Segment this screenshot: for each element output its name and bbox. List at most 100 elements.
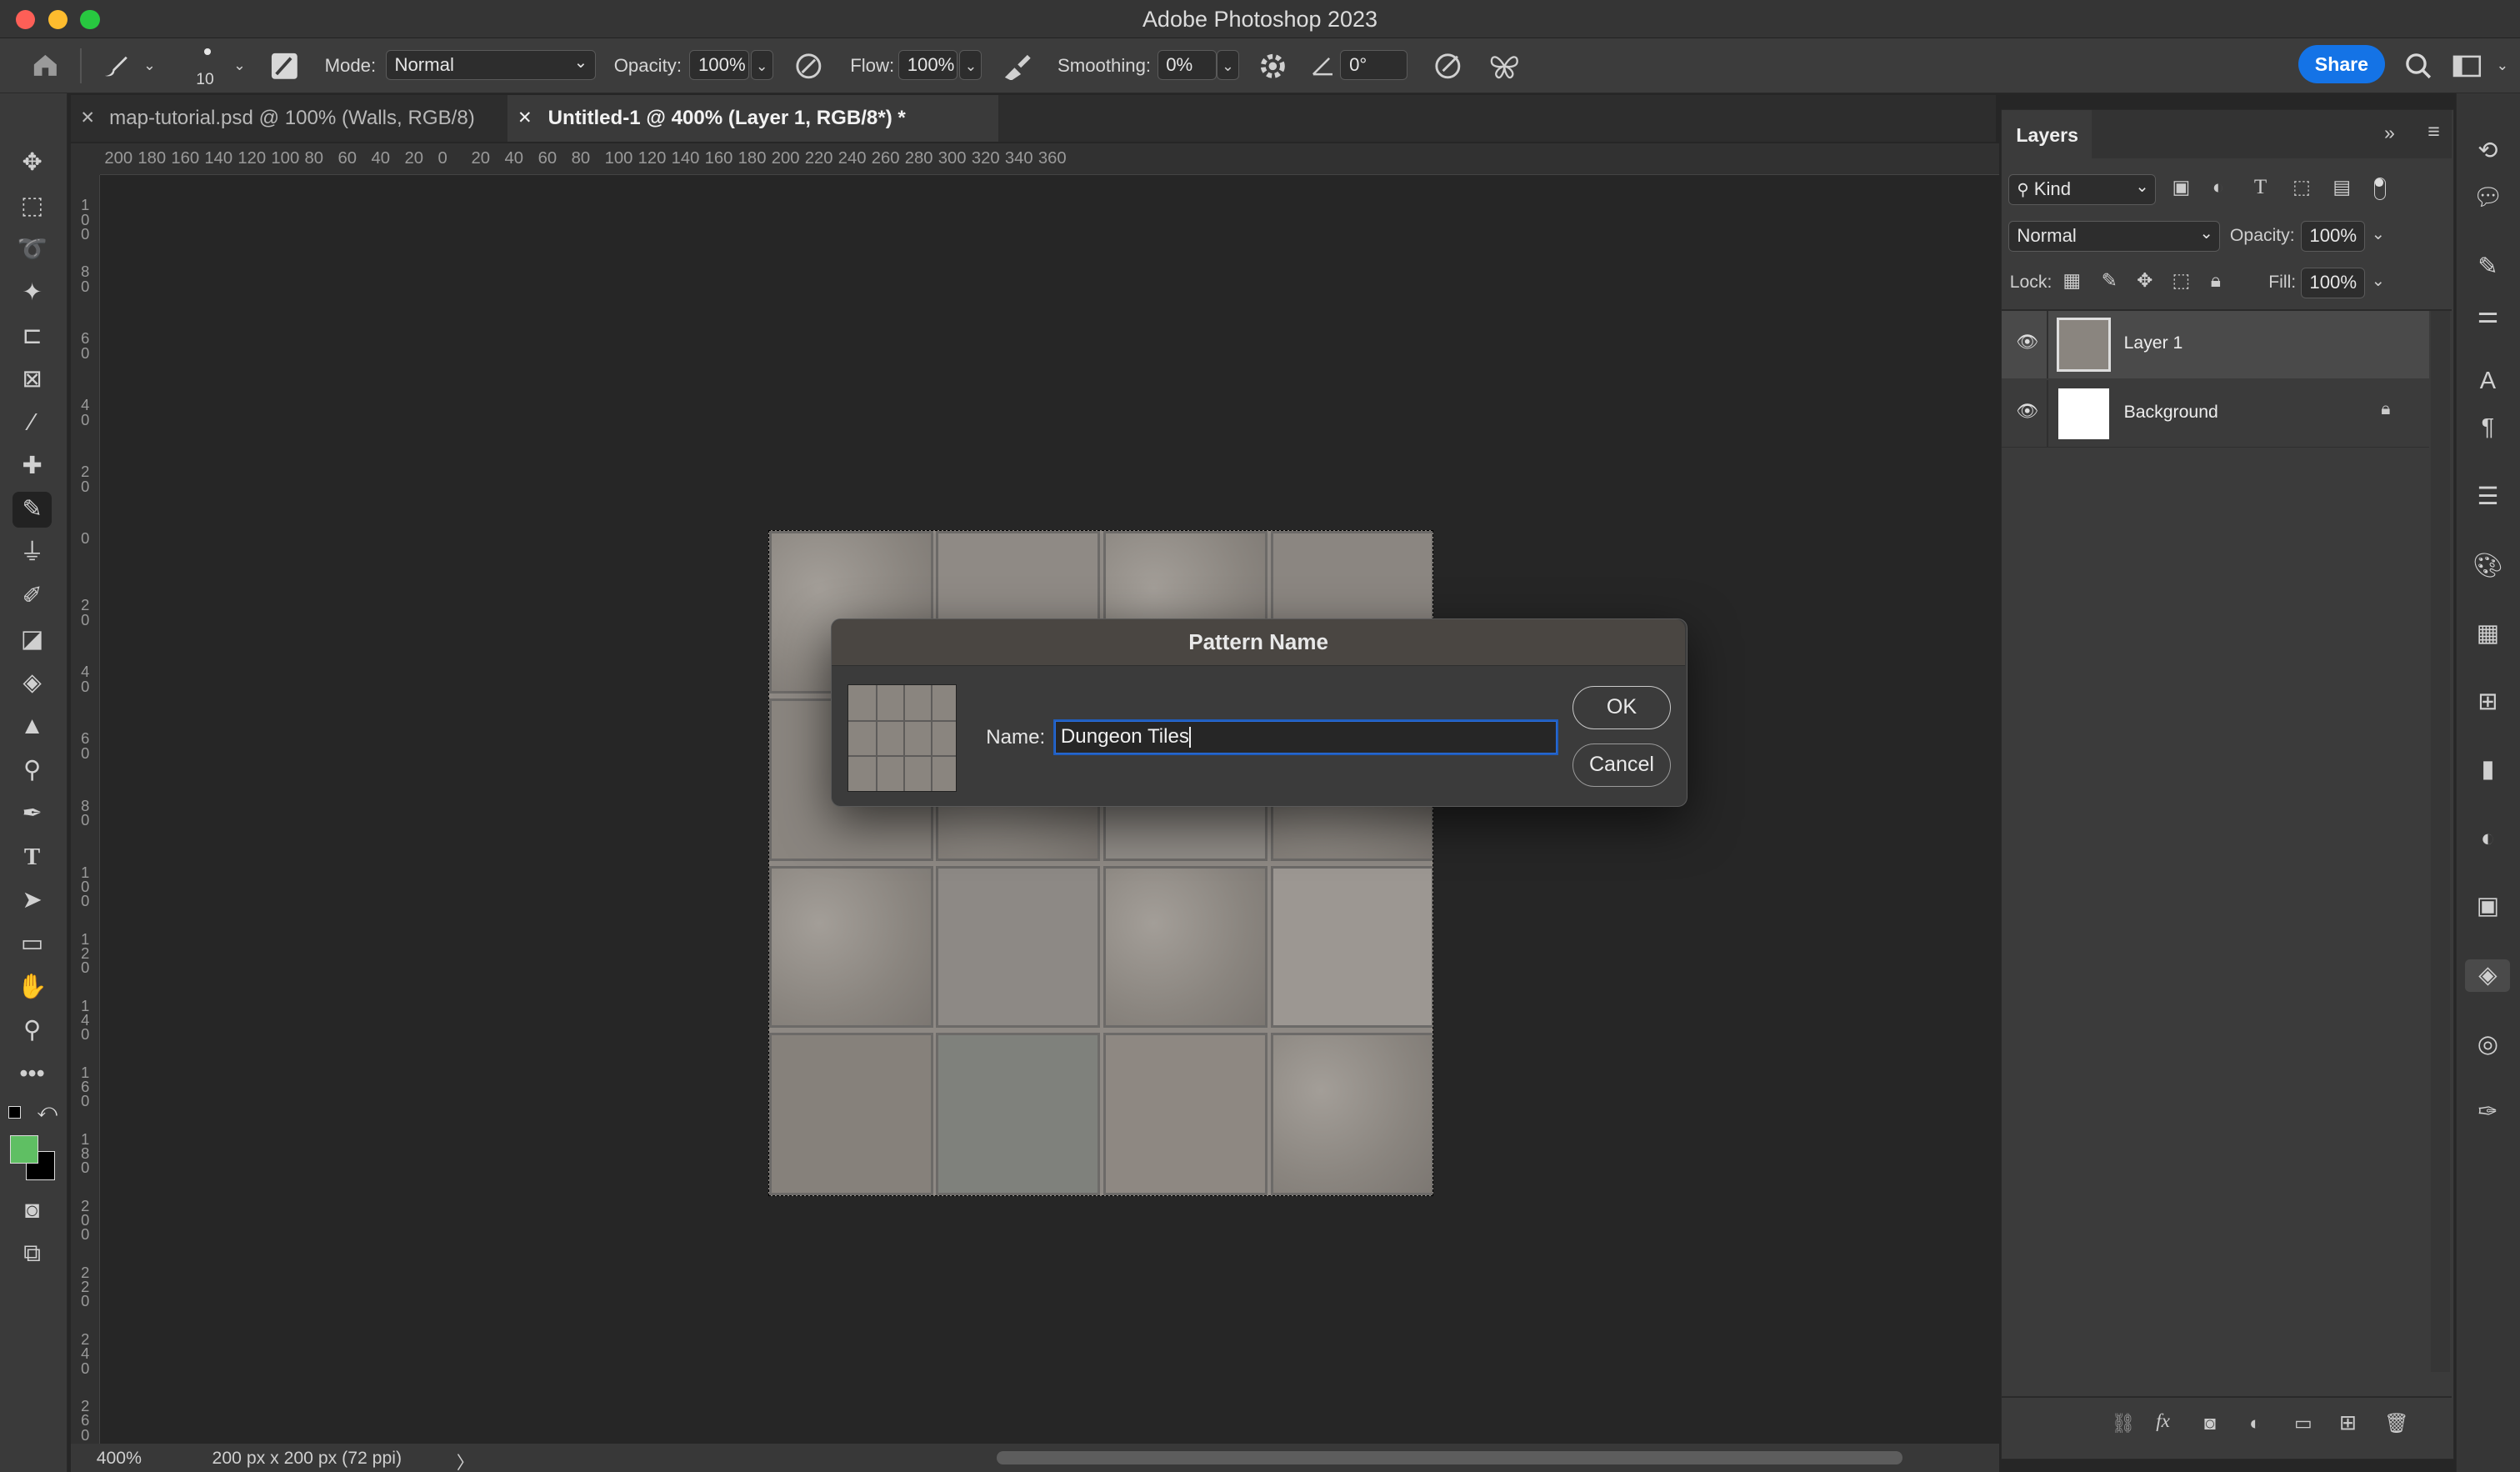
color-panel-icon[interactable]: 🎨︎ [2472, 550, 2504, 583]
link-layers-icon[interactable]: ⛓︎ [2111, 1412, 2135, 1434]
zoom-tool-icon[interactable]: ⚲ [12, 1013, 51, 1048]
clone-stamp-tool-icon[interactable]: ⏚ [12, 535, 51, 570]
adjustment-layer-icon[interactable]: ◐ [2249, 1412, 2261, 1434]
status-info-arrow[interactable]: 〉 [457, 1449, 474, 1472]
blend-mode-select[interactable]: Normal ⌄ [2008, 221, 2221, 252]
brush-preset-icon[interactable] [100, 52, 132, 81]
horizontal-scrollbar[interactable] [996, 1451, 1903, 1464]
cancel-button[interactable]: Cancel [1572, 743, 1671, 788]
layer-style-icon[interactable]: fx [2156, 1410, 2170, 1433]
paths-panel-icon[interactable]: ✑ [2472, 1096, 2504, 1129]
frame-tool-icon[interactable]: ⊠ [12, 362, 51, 397]
magic-wand-tool-icon[interactable]: ✦ [12, 275, 51, 310]
workspace-dropdown[interactable]: ⌄ [2494, 50, 2510, 81]
crop-tool-icon[interactable]: ⊏ [12, 318, 51, 353]
healing-brush-tool-icon[interactable]: ✚ [12, 448, 51, 483]
blur-tool-icon[interactable]: ▲ [12, 708, 51, 744]
pressure-size-icon[interactable] [1433, 52, 1466, 81]
brush-preset-dropdown[interactable]: ⌄ [142, 50, 158, 81]
brush-size-dropdown[interactable]: ⌄ [232, 50, 248, 81]
zoom-level[interactable]: 400% [97, 1449, 142, 1469]
brush-settings-icon[interactable] [270, 52, 299, 81]
panel-expand-icon[interactable]: » [2384, 122, 2395, 144]
visibility-eye-icon[interactable]: 👁︎ [2016, 401, 2038, 422]
marquee-tool-icon[interactable]: ⬚ [12, 188, 51, 223]
rectangle-tool-icon[interactable]: ▭ [12, 926, 51, 961]
hand-tool-icon[interactable]: ✋ [12, 969, 51, 1004]
quick-mask-icon[interactable]: ◙ [12, 1193, 51, 1228]
eyedropper-tool-icon[interactable]: ⁄ [12, 405, 51, 440]
close-tab-icon[interactable]: ✕ [518, 95, 532, 142]
ok-button[interactable]: OK [1572, 685, 1671, 729]
delete-layer-icon[interactable]: 🗑︎ [2384, 1412, 2408, 1434]
foreground-color-swatch[interactable] [9, 1134, 39, 1164]
layer-name[interactable]: Layer 1 [2124, 333, 2183, 353]
lock-paint-icon[interactable]: ✎ [2102, 269, 2118, 292]
character-panel-icon[interactable]: A [2472, 365, 2504, 398]
lock-transparent-icon[interactable]: ▦ [2062, 269, 2081, 292]
layers-scrollbar[interactable] [2430, 311, 2451, 1373]
flow-dropdown[interactable]: ⌄ [959, 49, 982, 81]
layer-row[interactable]: 👁︎ Background 🔒︎ [2002, 380, 2430, 448]
panel-menu-icon[interactable]: ≡ [2428, 120, 2440, 144]
gear-icon[interactable] [1258, 52, 1288, 81]
default-colors-icon[interactable] [8, 1105, 22, 1119]
mode-select[interactable]: Normal ⌄ [385, 49, 597, 81]
swatches-panel-icon[interactable]: ▦ [2472, 618, 2504, 650]
layers-panel-icon[interactable]: ◈ [2465, 959, 2511, 992]
libraries-panel-icon[interactable]: ▣ [2472, 890, 2504, 923]
smoothing-field[interactable]: 0% [1157, 49, 1217, 81]
opacity-dropdown[interactable]: ⌄ [750, 49, 773, 81]
gradients-panel-icon[interactable]: ▮ [2472, 754, 2504, 786]
chevron-down-icon[interactable]: ⌄ [2372, 271, 2385, 291]
lock-position-icon[interactable]: ✥ [2137, 269, 2152, 292]
layer-filter-select[interactable]: ⚲ Kind ⌄ [2008, 174, 2157, 205]
document-info[interactable]: 200 px x 200 px (72 ppi) [212, 1449, 402, 1469]
paint-bucket-tool-icon[interactable]: ◈ [12, 665, 51, 700]
symmetry-butterfly-icon[interactable] [1488, 52, 1521, 81]
search-icon[interactable] [2404, 52, 2433, 81]
layer-row-selected[interactable]: 👁︎ Layer 1 [2002, 311, 2430, 379]
history-brush-tool-icon[interactable]: ✐ [12, 578, 51, 613]
filter-adjustment-icon[interactable]: ◐ [2212, 176, 2224, 198]
share-button[interactable]: Share [2298, 44, 2385, 84]
eraser-tool-icon[interactable]: ◪ [12, 622, 51, 657]
filter-pixel-icon[interactable]: ▣ [2172, 176, 2190, 198]
type-tool-icon[interactable]: T [12, 839, 51, 874]
filter-toggle[interactable] [2374, 178, 2386, 201]
document-tab[interactable]: ✕ map-tutorial.psd @ 100% (Walls, RGB/8) [70, 94, 508, 142]
brush-settings-panel-icon[interactable]: ✎ [2472, 251, 2504, 283]
channels-panel-icon[interactable]: ◎ [2472, 1029, 2504, 1061]
comments-panel-icon[interactable]: 💬︎ [2472, 182, 2504, 214]
layer-opacity-field[interactable]: 100% [2300, 221, 2365, 252]
adjustments-brush-panel-icon[interactable]: ⚌ [2472, 299, 2504, 332]
move-tool-icon[interactable]: ✥ [12, 145, 51, 180]
chevron-down-icon[interactable]: ⌄ [2372, 224, 2385, 244]
path-selection-tool-icon[interactable]: ➤ [12, 883, 51, 918]
lock-artboard-icon[interactable]: ⬚ [2172, 269, 2190, 292]
new-layer-icon[interactable]: ⊞ [2339, 1410, 2357, 1435]
pattern-name-input[interactable]: Dungeon Tiles [1055, 720, 1557, 754]
brush-size-label[interactable]: 10 [196, 71, 213, 89]
lasso-tool-icon[interactable]: ➰ [12, 232, 51, 267]
adjustments-panel-icon[interactable]: ◐ [2472, 823, 2504, 855]
document-tab-active[interactable]: ✕ Untitled-1 @ 400% (Layer 1, RGB/8*) * [508, 94, 998, 142]
visibility-eye-icon[interactable]: 👁︎ [2016, 332, 2038, 353]
dodge-tool-icon[interactable]: ⚲ [12, 753, 51, 788]
angle-field[interactable]: 0° [1340, 49, 1408, 81]
new-group-icon[interactable]: ▭ [2294, 1412, 2312, 1434]
workspace-icon[interactable] [2452, 53, 2482, 79]
filter-type-icon[interactable]: T [2254, 176, 2267, 199]
pressure-opacity-icon[interactable] [794, 52, 823, 81]
filter-smart-object-icon[interactable]: ▤ [2332, 176, 2351, 198]
airbrush-icon[interactable] [1002, 52, 1034, 81]
swap-colors-icon[interactable]: ⤺ [37, 1099, 58, 1122]
lock-all-icon[interactable]: 🔒︎ [2211, 269, 2221, 292]
more-tools-icon[interactable]: ••• [12, 1056, 51, 1091]
home-icon[interactable] [31, 52, 60, 79]
opacity-field[interactable]: 100% [689, 49, 749, 81]
flow-field[interactable]: 100% [898, 49, 958, 81]
add-mask-icon[interactable]: ◙ [2204, 1412, 2216, 1434]
brush-tool-icon[interactable]: ✎ [12, 492, 52, 528]
properties-panel-icon[interactable]: ☰ [2472, 481, 2504, 513]
